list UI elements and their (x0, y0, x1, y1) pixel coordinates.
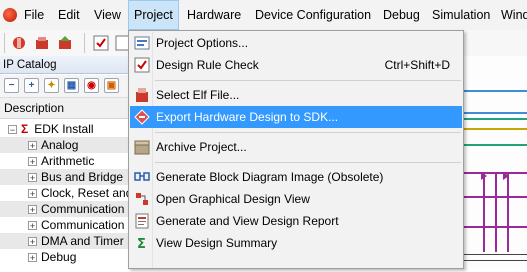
menu-item-design-rule-check[interactable]: Design Rule Check Ctrl+Shift+D (130, 54, 462, 76)
generate-icon[interactable] (56, 34, 74, 52)
tree-item-label: Debug (41, 250, 77, 264)
menu-simulation[interactable]: Simulation (432, 0, 490, 30)
block-diagram-icon (134, 172, 150, 181)
menu-separator (155, 132, 461, 133)
ip-catalog-toolbar: − + ✦ ▦ ◉ ▣ (0, 75, 128, 98)
expand-all-icon[interactable]: + (24, 78, 39, 93)
ip-settings-icon[interactable]: ▣ (104, 78, 119, 93)
menu-item-generate-block-diagram[interactable]: Generate Block Diagram Image (Obsolete) (130, 166, 462, 188)
tree-root-edk-install[interactable]: − Σ EDK Install (0, 121, 136, 137)
export-icon (134, 109, 150, 125)
sigma-icon: Σ (21, 122, 29, 136)
expand-toggle-icon[interactable]: + (28, 221, 37, 231)
menu-item-label: Select Elf File... (156, 88, 240, 102)
expand-toggle-icon[interactable]: + (28, 253, 37, 263)
toolbar-separator (84, 33, 85, 53)
tree-item-label: Communication (41, 202, 125, 216)
tree-root-label: EDK Install (34, 122, 94, 136)
menu-item-export-hardware-design[interactable]: Export Hardware Design to SDK... (130, 106, 462, 128)
menu-separator (155, 80, 461, 81)
description-column-header[interactable]: Description (0, 98, 128, 119)
expand-toggle-icon[interactable]: + (28, 157, 37, 167)
summary-icon: Σ (137, 237, 146, 251)
menu-separator (155, 162, 461, 163)
menu-debug[interactable]: Debug (383, 0, 420, 30)
elf-icon (136, 88, 148, 102)
menu-view[interactable]: View (94, 0, 121, 30)
svg-text:Σ: Σ (137, 237, 146, 251)
graphical-view-icon (136, 193, 148, 205)
bus-diagram-graphic (463, 90, 527, 261)
drc-icon (134, 57, 150, 73)
collapse-toggle-icon[interactable]: − (8, 125, 17, 135)
menu-item-label: Open Graphical Design View (156, 192, 310, 206)
tree-item-label: DMA and Timer (41, 234, 124, 248)
menu-item-generate-design-report[interactable]: Generate and View Design Report (130, 210, 462, 232)
project-menu-dropdown: Project Options... Design Rule Check Ctr… (128, 30, 464, 269)
menu-item-open-graphical-design-view[interactable]: Open Graphical Design View (130, 188, 462, 210)
add-ip-icon[interactable]: ✦ (44, 78, 59, 93)
archive-icon (134, 140, 150, 155)
menu-edit[interactable]: Edit (58, 0, 80, 30)
menu-item-label: Project Options... (156, 36, 249, 50)
expand-toggle-icon[interactable]: + (28, 141, 37, 151)
bus-interface-view (463, 56, 527, 269)
menu-file[interactable]: File (24, 0, 44, 30)
ip-filter-icon[interactable]: ◉ (84, 78, 99, 93)
tree-item-label: Clock, Reset and (41, 186, 133, 200)
build-icon[interactable] (10, 34, 28, 52)
menu-item-view-design-summary[interactable]: Σ View Design Summary (130, 232, 462, 254)
expand-toggle-icon[interactable]: + (28, 189, 37, 199)
menu-item-label: Design Rule Check (156, 58, 259, 72)
expand-toggle-icon[interactable]: + (28, 237, 37, 247)
clean-icon[interactable] (33, 34, 51, 52)
drc-check-icon[interactable] (92, 34, 110, 52)
menu-item-label: Generate Block Diagram Image (Obsolete) (156, 170, 384, 184)
menu-item-label: Export Hardware Design to SDK... (156, 110, 339, 124)
collapse-all-icon[interactable]: − (4, 78, 19, 93)
toolbar-separator (4, 33, 5, 53)
menu-item-label: View Design Summary (156, 236, 278, 250)
tree-item-label: Analog (41, 138, 79, 152)
ip-info-icon[interactable]: ▦ (64, 78, 79, 93)
menu-window[interactable]: Wind (501, 0, 527, 30)
menu-item-archive-project[interactable]: Archive Project... (130, 136, 462, 158)
menu-device-configuration[interactable]: Device Configuration (255, 0, 371, 30)
tree-item-label: Arithmetic (41, 154, 95, 168)
menu-item-shortcut: Ctrl+Shift+D (384, 58, 450, 72)
options-icon (134, 36, 150, 50)
ip-catalog-panel: IP Catalog − + ✦ ▦ ◉ ▣ Description − Σ EDK… (0, 56, 156, 269)
report-icon (135, 213, 149, 229)
menu-item-project-options[interactable]: Project Options... (130, 32, 462, 54)
tree-item-label: Bus and Bridge (41, 170, 124, 184)
menu-hardware[interactable]: Hardware (187, 0, 241, 30)
ip-catalog-title: IP Catalog (0, 56, 128, 74)
expand-toggle-icon[interactable]: + (28, 205, 37, 215)
menu-item-select-elf-file[interactable]: Select Elf File... (130, 84, 462, 106)
menu-bar: File Edit View Project Hardware Device C… (0, 0, 527, 31)
tree-item-label: Communication (41, 218, 125, 232)
expand-toggle-icon[interactable]: + (28, 173, 37, 183)
menu-item-label: Archive Project... (156, 140, 247, 154)
menu-project[interactable]: Project (128, 0, 179, 30)
menu-item-label: Generate and View Design Report (156, 214, 339, 228)
app-logo-icon (3, 8, 17, 22)
